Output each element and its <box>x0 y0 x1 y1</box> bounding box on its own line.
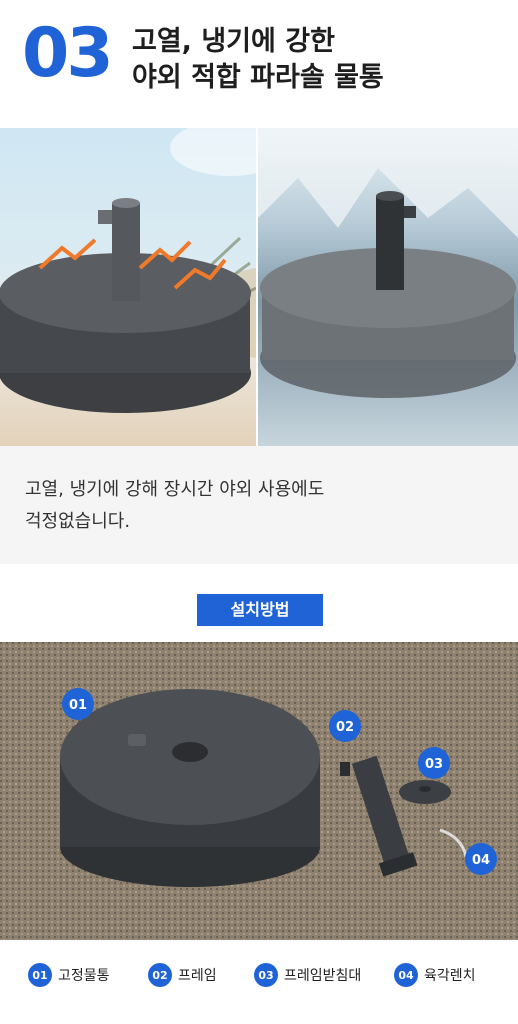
legend-number-badge: 01 <box>28 963 52 987</box>
parts-legend: 01 고정물통 02 프레임 03 프레임받침대 04 육각렌치 <box>0 940 518 1024</box>
description-line-2: 걱정없습니다. <box>25 511 131 532</box>
description-box: 고열, 냉기에 강해 장시간 야외 사용에도 걱정없습니다. <box>0 446 518 564</box>
legend-item-04: 04 육각렌치 <box>394 962 476 988</box>
cold-weather-illustration <box>258 128 518 398</box>
parts-illustration: 01 02 03 04 <box>0 642 518 940</box>
install-photo: 01 02 03 04 <box>0 642 518 940</box>
hot-weather-illustration <box>0 128 290 413</box>
section-number: 03 <box>22 14 114 93</box>
legend-label: 육각렌치 <box>424 968 476 984</box>
legend-label: 프레임받침대 <box>284 968 362 984</box>
legend-item-03: 03 프레임받침대 <box>254 962 361 988</box>
marker-01-label: 01 <box>69 698 87 713</box>
legend-label: 프레임 <box>178 968 217 984</box>
legend-number-badge: 03 <box>254 963 278 987</box>
install-badge: 설치방법 <box>197 594 323 626</box>
legend-label: 고정물통 <box>58 968 110 984</box>
description-text: 고열, 냉기에 강해 장시간 야외 사용에도 걱정없습니다. <box>25 474 324 538</box>
section-header: 03 고열, 냉기에 강한 야외 적합 파라솔 물통 <box>0 0 518 128</box>
legend-item-01: 01 고정물통 <box>28 962 110 988</box>
hero-image <box>0 128 518 446</box>
marker-03-label: 03 <box>425 757 443 772</box>
legend-item-02: 02 프레임 <box>148 962 217 988</box>
section-title: 고열, 냉기에 강한 야외 적합 파라솔 물통 <box>132 24 384 96</box>
hot-weather-panel <box>0 128 290 446</box>
marker-04-label: 04 <box>472 853 490 868</box>
title-line-1: 고열, 냉기에 강한 <box>132 26 335 57</box>
cold-weather-panel <box>258 128 518 446</box>
description-line-1: 고열, 냉기에 강해 장시간 야외 사용에도 <box>25 479 325 500</box>
legend-number-badge: 02 <box>148 963 172 987</box>
marker-02-label: 02 <box>336 720 354 735</box>
legend-number-badge: 04 <box>394 963 418 987</box>
title-line-2: 야외 적합 파라솔 물통 <box>132 62 384 93</box>
